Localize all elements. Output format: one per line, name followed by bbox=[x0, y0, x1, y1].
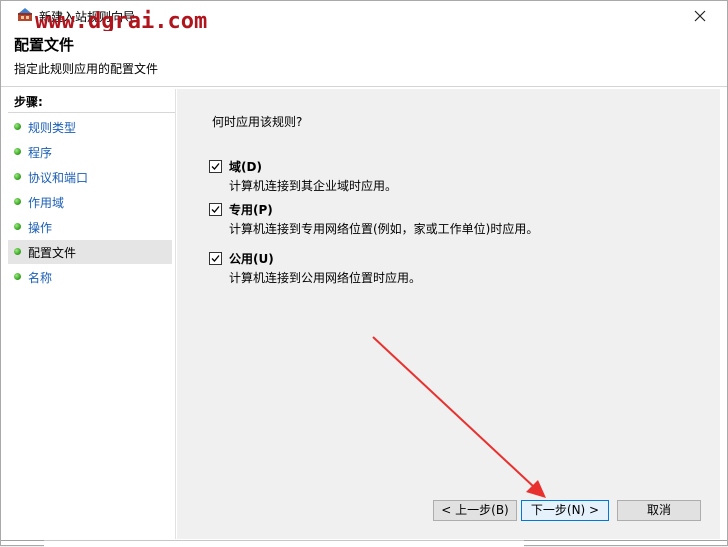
sidebar-item-label[interactable]: 作用域 bbox=[28, 194, 64, 211]
sidebar-item-label[interactable]: 名称 bbox=[28, 269, 52, 286]
wizard-window: 新建入站规则向导 www.dgrai.com 配置文件 指定此规则应用的配置文件… bbox=[0, 0, 728, 546]
step-status-icon bbox=[14, 248, 21, 255]
steps-title: 步骤: bbox=[14, 95, 43, 109]
check-icon bbox=[211, 206, 220, 213]
option-label[interactable]: 专用(P) bbox=[229, 201, 273, 218]
sidebar-item-name[interactable]: 名称 bbox=[8, 265, 172, 289]
option-description: 计算机连接到公用网络位置时应用。 bbox=[229, 271, 422, 285]
sidebar-item-profile[interactable]: 配置文件 bbox=[8, 240, 172, 264]
sidebar-item-label[interactable]: 协议和端口 bbox=[28, 169, 88, 186]
firewall-icon bbox=[18, 8, 32, 21]
next-button[interactable]: 下一步(N) > bbox=[521, 500, 609, 521]
page-title: 配置文件 bbox=[14, 36, 75, 54]
sidebar-item-label[interactable]: 操作 bbox=[28, 219, 52, 236]
sidebar-item-rule-type[interactable]: 规则类型 bbox=[8, 115, 172, 139]
sidebar-item-label: 配置文件 bbox=[28, 246, 77, 260]
step-status-icon bbox=[14, 123, 21, 130]
question-text: 何时应用该规则? bbox=[212, 115, 303, 129]
header-divider bbox=[1, 86, 727, 87]
sidebar-item-label[interactable]: 规则类型 bbox=[28, 119, 76, 136]
close-icon[interactable] bbox=[691, 7, 709, 25]
page-header: 配置文件 指定此规则应用的配置文件 bbox=[1, 31, 727, 85]
domain-checkbox[interactable] bbox=[209, 160, 222, 173]
sidebar-item-action[interactable]: 操作 bbox=[8, 215, 172, 239]
sidebar-item-protocol-ports[interactable]: 协议和端口 bbox=[8, 165, 172, 189]
steps-divider bbox=[8, 112, 175, 113]
steps-sidebar: 步骤: 规则类型 程序 协议和端口 作用域 操作 配置文件 名称 bbox=[8, 89, 176, 539]
step-status-icon bbox=[14, 148, 21, 155]
option-description: 计算机连接到专用网络位置(例如，家或工作单位)时应用。 bbox=[229, 222, 539, 236]
sidebar-item-label[interactable]: 程序 bbox=[28, 144, 52, 161]
back-button[interactable]: < 上一步(B) bbox=[433, 500, 517, 521]
title-bar: 新建入站规则向导 www.dgrai.com bbox=[1, 1, 727, 34]
main-content: 何时应用该规则? 域(D) 计算机连接到其企业域时应用。 专用(P) 计算机连接… bbox=[177, 89, 720, 539]
step-status-icon bbox=[14, 223, 21, 230]
option-label[interactable]: 公用(U) bbox=[229, 250, 274, 267]
step-status-icon bbox=[14, 198, 21, 205]
check-icon bbox=[211, 255, 220, 262]
check-icon bbox=[211, 163, 220, 170]
private-checkbox[interactable] bbox=[209, 203, 222, 216]
option-description: 计算机连接到其企业域时应用。 bbox=[229, 179, 398, 193]
step-status-icon bbox=[14, 173, 21, 180]
page-description: 指定此规则应用的配置文件 bbox=[14, 62, 159, 76]
sidebar-item-scope[interactable]: 作用域 bbox=[8, 190, 172, 214]
step-status-icon bbox=[14, 273, 21, 280]
sidebar-item-program[interactable]: 程序 bbox=[8, 140, 172, 164]
option-label[interactable]: 域(D) bbox=[229, 158, 262, 175]
public-checkbox[interactable] bbox=[209, 252, 222, 265]
cancel-button[interactable]: 取消 bbox=[617, 500, 701, 521]
